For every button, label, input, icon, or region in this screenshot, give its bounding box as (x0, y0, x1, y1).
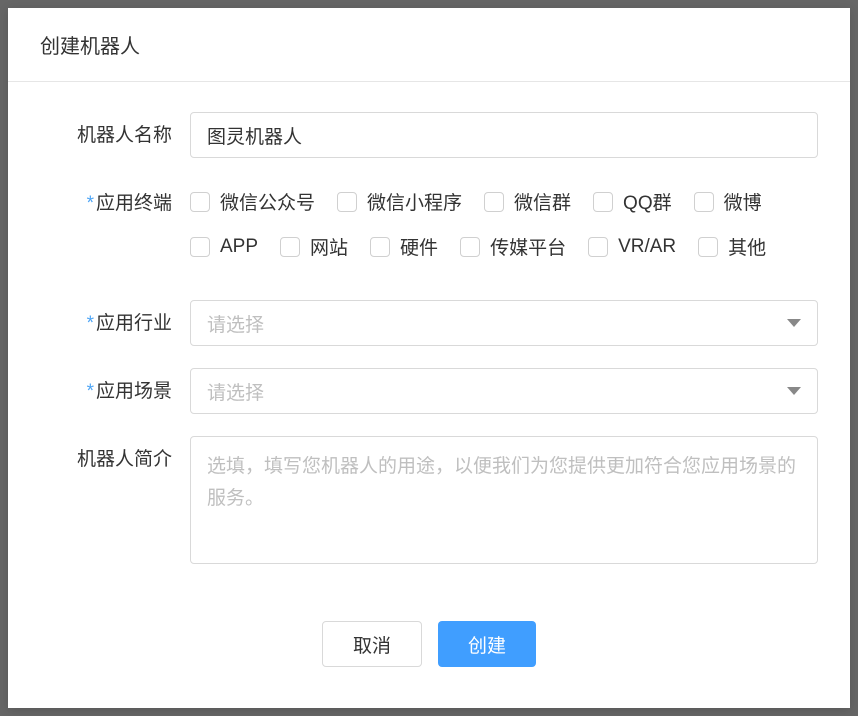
checkbox-icon (698, 237, 718, 257)
checkbox-wechat-official[interactable]: 微信公众号 (190, 188, 315, 215)
required-mark: * (87, 193, 94, 214)
form-row-description: 机器人简介 (40, 436, 818, 569)
checkbox-icon (460, 237, 480, 257)
robot-name-input[interactable] (190, 112, 818, 158)
chevron-down-icon (787, 319, 801, 327)
scenario-label: *应用场景 (40, 368, 190, 403)
checkbox-icon (593, 192, 613, 212)
checkbox-app[interactable]: APP (190, 233, 258, 260)
form-row-scenario: *应用场景 请选择 (40, 368, 818, 414)
required-mark: * (87, 381, 94, 402)
form-row-terminal: *应用终端 微信公众号 微信小程序 微信群 (40, 180, 818, 278)
modal-body: 机器人名称 *应用终端 微信公众号 微信小程序 (8, 82, 850, 611)
create-button[interactable]: 创建 (438, 621, 536, 667)
modal-header: 创建机器人 (8, 8, 850, 82)
terminal-label: *应用终端 (40, 180, 190, 215)
select-placeholder: 请选择 (207, 310, 264, 337)
select-placeholder: 请选择 (207, 378, 264, 405)
checkbox-website[interactable]: 网站 (280, 233, 348, 260)
checkbox-icon (190, 237, 210, 257)
checkbox-hardware[interactable]: 硬件 (370, 233, 438, 260)
description-textarea[interactable] (190, 436, 818, 564)
required-mark: * (87, 313, 94, 334)
industry-label: *应用行业 (40, 300, 190, 335)
checkbox-qq-group[interactable]: QQ群 (593, 188, 672, 215)
checkbox-media-platform[interactable]: 传媒平台 (460, 233, 566, 260)
form-row-name: 机器人名称 (40, 112, 818, 158)
cancel-button[interactable]: 取消 (322, 621, 422, 667)
industry-select[interactable]: 请选择 (190, 300, 818, 346)
create-robot-modal: 创建机器人 机器人名称 *应用终端 微信公众号 微信小 (8, 8, 850, 708)
checkbox-icon (190, 192, 210, 212)
checkbox-icon (337, 192, 357, 212)
checkbox-icon (694, 192, 714, 212)
scenario-select[interactable]: 请选择 (190, 368, 818, 414)
checkbox-icon (588, 237, 608, 257)
checkbox-other[interactable]: 其他 (698, 233, 766, 260)
checkbox-icon (280, 237, 300, 257)
checkbox-wechat-miniprogram[interactable]: 微信小程序 (337, 188, 462, 215)
modal-footer: 取消 创建 (8, 611, 850, 687)
checkbox-icon (484, 192, 504, 212)
checkbox-wechat-group[interactable]: 微信群 (484, 188, 571, 215)
checkbox-icon (370, 237, 390, 257)
chevron-down-icon (787, 387, 801, 395)
checkbox-weibo[interactable]: 微博 (694, 188, 762, 215)
form-row-industry: *应用行业 请选择 (40, 300, 818, 346)
description-label: 机器人简介 (40, 436, 190, 471)
checkbox-vr-ar[interactable]: VR/AR (588, 233, 676, 260)
terminal-checkbox-group: 微信公众号 微信小程序 微信群 QQ群 (190, 180, 818, 278)
name-label: 机器人名称 (40, 112, 190, 147)
modal-title: 创建机器人 (40, 36, 140, 58)
